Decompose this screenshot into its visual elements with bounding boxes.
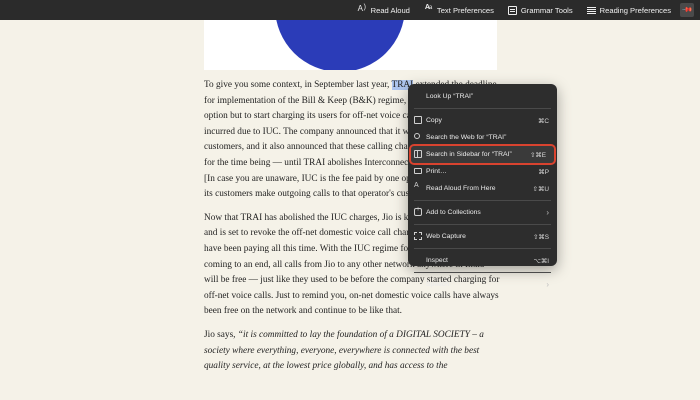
read-aloud-label: Read Aloud — [370, 5, 410, 15]
pin-icon: 📌 — [681, 4, 693, 16]
menu-item-print[interactable]: Print… ⌘P — [408, 163, 557, 180]
menu-item-search-web[interactable]: Search the Web for “TRAI” — [408, 129, 557, 146]
text-preferences-button[interactable]: Text Preferences — [417, 0, 501, 20]
menu-item-add-collections[interactable]: Add to Collections › — [408, 204, 557, 221]
web-capture-icon — [414, 232, 422, 240]
reading-preferences-label: Reading Preferences — [599, 5, 671, 15]
shortcut: ⌘P — [538, 168, 549, 176]
copy-icon — [414, 116, 422, 124]
menu-separator — [414, 200, 551, 201]
menu-item-look-up[interactable]: Look Up “TRAI” — [408, 88, 557, 105]
menu-item-search-sidebar[interactable]: Search in Sidebar for “TRAI” ⇧⌘E — [409, 144, 556, 165]
pin-toolbar-button[interactable]: 📌 — [680, 3, 694, 17]
text-preferences-icon — [424, 4, 433, 15]
menu-item-inspect[interactable]: Inspect ⌥⌘I — [408, 252, 557, 269]
menu-item-speech[interactable]: Speech › — [408, 276, 557, 293]
sidebar-icon — [414, 150, 422, 158]
shortcut: ⌘C — [537, 117, 549, 125]
read-aloud-icon — [358, 4, 367, 15]
menu-separator — [414, 272, 551, 273]
menu-separator — [414, 248, 551, 249]
menu-item-copy[interactable]: Copy ⌘C — [408, 112, 557, 129]
menu-separator — [414, 224, 551, 225]
chevron-right-icon: › — [546, 280, 549, 289]
menu-item-read-aloud[interactable]: Read Aloud From Here ⇧⌘U — [408, 180, 557, 197]
menu-separator — [414, 108, 551, 109]
reader-toolbar: Read Aloud Text Preferences Grammar Tool… — [0, 0, 700, 20]
shortcut: ⌥⌘I — [533, 257, 549, 265]
article-image — [204, 20, 497, 70]
blue-circle-graphic — [275, 20, 405, 70]
chevron-right-icon: › — [546, 208, 549, 217]
shortcut: ⇧⌘E — [529, 151, 546, 159]
shortcut: ⇧⌘S — [532, 233, 549, 241]
shortcut: ⇧⌘U — [532, 185, 549, 193]
grammar-tools-label: Grammar Tools — [520, 5, 573, 15]
context-menu: Look Up “TRAI” Copy ⌘C Search the Web fo… — [408, 84, 557, 289]
collections-icon — [414, 206, 422, 216]
article-paragraph-3: Jio says, “it is committed to lay the fo… — [204, 329, 484, 372]
read-aloud-icon — [414, 182, 422, 192]
menu-item-web-capture[interactable]: Web Capture ⇧⌘S — [408, 228, 557, 245]
grammar-tools-icon — [507, 5, 517, 15]
grammar-tools-button[interactable]: Grammar Tools — [501, 0, 580, 20]
reading-preferences-icon — [586, 6, 596, 15]
text-preferences-label: Text Preferences — [436, 5, 494, 15]
read-aloud-button[interactable]: Read Aloud — [351, 0, 417, 20]
printer-icon — [414, 168, 422, 174]
reading-preferences-button[interactable]: Reading Preferences — [580, 0, 678, 20]
search-icon — [414, 133, 420, 139]
